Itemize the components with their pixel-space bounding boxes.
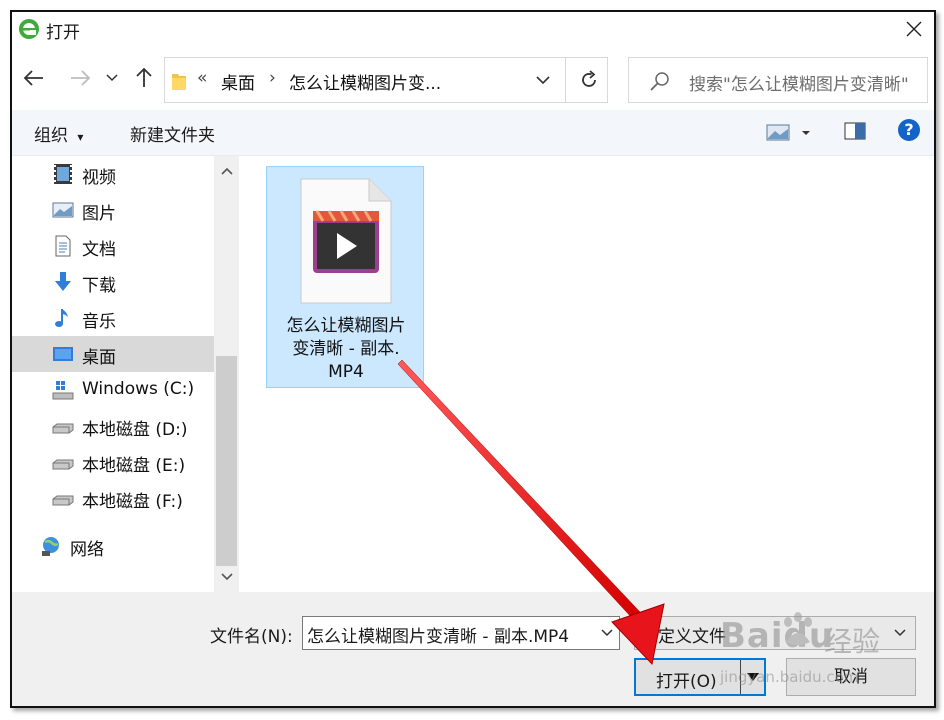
search-placeholder: 搜索"怎么让模糊图片变清晰" (689, 75, 909, 95)
folder-icon (172, 74, 186, 90)
sidebar-item-label: 音乐 (82, 312, 116, 332)
scroll-up-button[interactable] (214, 160, 239, 182)
back-button[interactable] (20, 64, 48, 92)
sidebar-item-drive-e[interactable]: 本地磁盘 (E:) (12, 444, 214, 480)
sidebar-item-label: 桌面 (82, 348, 116, 368)
watermark-brand: Baidu (720, 616, 835, 656)
sidebar-item-label: 文档 (82, 240, 116, 260)
file-name-label: 怎么让模糊图片 变清晰 - 副本. MP4 (271, 315, 421, 384)
pictures-icon (52, 202, 74, 218)
watermark-url: jingyan.baidu.com (720, 668, 859, 686)
sidebar-item-pictures[interactable]: 图片 (12, 192, 214, 228)
chevron-down-icon (106, 74, 118, 82)
refresh-button[interactable] (575, 66, 603, 94)
sidebar-item-network[interactable]: 网络 (12, 528, 214, 564)
new-folder-button[interactable]: 新建文件夹 (130, 121, 215, 146)
forward-button[interactable] (66, 64, 94, 92)
address-segment-desktop[interactable]: 桌面 (221, 69, 255, 94)
filename-input[interactable]: 怎么让模糊图片变清晰 - 副本.MP4 (302, 616, 620, 650)
sidebar-item-label: Windows (C:) (82, 379, 195, 399)
sidebar-item-label: 网络 (70, 540, 104, 560)
sidebar-scrollbar[interactable] (214, 156, 239, 592)
sidebar-item-downloads[interactable]: 下载 (12, 264, 214, 300)
view-thumbnail-icon (766, 124, 810, 141)
file-item[interactable]: 怎么让模糊图片 变清晰 - 副本. MP4 (266, 166, 424, 388)
baidu-jingyan-watermark: Baidu 经验 jingyan.baidu.com (720, 606, 900, 696)
close-icon (906, 21, 922, 37)
window-title: 打开 (46, 23, 80, 43)
file-list: 怎么让模糊图片 变清晰 - 副本. MP4 (239, 156, 934, 592)
command-toolbar: 组织 ▾ 新建文件夹 ? (12, 110, 934, 156)
chevron-up-icon (220, 167, 233, 175)
file-name-line: 变清晰 - 副本. (292, 339, 400, 359)
change-view-button[interactable] (766, 121, 814, 145)
file-type-value: 自定义文件 (641, 627, 726, 647)
sidebar-item-label: 视频 (82, 168, 116, 188)
scroll-down-button[interactable] (214, 566, 239, 588)
windows-drive-icon (52, 381, 74, 400)
up-button[interactable] (130, 64, 158, 92)
sidebar-item-label: 本地磁盘 (D:) (82, 420, 188, 440)
filename-label: 文件名(N): (210, 627, 293, 647)
sidebar-item-label: 下载 (82, 276, 116, 296)
filename-history-button[interactable] (597, 621, 617, 645)
title-bar: 打开 (12, 12, 934, 48)
sidebar-item-music[interactable]: 音乐 (12, 300, 214, 336)
video-file-icon (300, 178, 392, 304)
organize-menu-button[interactable]: 组织 ▾ (34, 121, 83, 146)
search-icon (650, 72, 669, 91)
address-divider (565, 58, 566, 102)
search-box[interactable]: 搜索"怎么让模糊图片变清晰" (628, 57, 928, 103)
filename-value: 怎么让模糊图片变清晰 - 副本.MP4 (307, 627, 570, 647)
address-segment-folder[interactable]: 怎么让模糊图片变... (289, 69, 441, 94)
browser-app-icon (19, 19, 39, 39)
organize-label: 组织 (34, 126, 68, 146)
arrow-up-icon (136, 67, 152, 87)
preview-pane-icon[interactable] (844, 122, 866, 140)
documents-icon (55, 235, 71, 257)
refresh-icon (582, 70, 596, 87)
help-button[interactable]: ? (898, 119, 920, 141)
desktop-icon (53, 347, 73, 361)
address-separator[interactable]: › (269, 68, 276, 88)
drive-icon (52, 495, 74, 506)
scroll-thumb[interactable] (216, 356, 237, 566)
navigation-row: « 桌面 › 怎么让模糊图片变... 搜索"怎么让模糊图片变清晰" (12, 48, 934, 110)
file-name-line: 怎么让模糊图片 (286, 316, 406, 336)
network-icon (42, 537, 59, 556)
sidebar-item-desktop[interactable]: 桌面 (12, 336, 214, 372)
address-bar[interactable]: « 桌面 › 怎么让模糊图片变... (164, 57, 608, 103)
download-icon (55, 272, 71, 291)
navigation-pane: 视频 图片 文档 下载 音乐 桌面 Windows (C:) 本地磁盘 (D:)… (12, 156, 214, 592)
chevron-down-icon (220, 573, 233, 581)
sidebar-item-drive-c[interactable]: Windows (C:) (12, 372, 214, 408)
paw-logo-icon (784, 612, 812, 645)
arrow-left-icon (23, 70, 43, 86)
file-name-line: MP4 (328, 362, 364, 382)
chevron-down-icon (601, 629, 613, 637)
close-button[interactable] (898, 14, 930, 44)
sidebar-item-videos[interactable]: 视频 (12, 156, 214, 192)
sidebar-item-label: 本地磁盘 (E:) (82, 456, 186, 476)
address-dropdown-button[interactable] (529, 66, 557, 94)
open-label: 打开(O) (656, 672, 717, 692)
recent-locations-button[interactable] (102, 64, 122, 92)
watermark-brand-suffix: 经验 (824, 625, 881, 658)
drive-icon (52, 423, 74, 434)
chevron-down-icon (536, 75, 550, 84)
video-icon (54, 164, 72, 184)
address-overflow[interactable]: « (197, 68, 207, 88)
drive-icon (52, 459, 74, 470)
chevron-down-icon: ▾ (77, 130, 84, 144)
open-file-dialog: 打开 « 桌面 › 怎么让模糊图片变... 搜索"怎么让模糊图片变清晰" 组织 … (10, 10, 936, 708)
sidebar-item-drive-f[interactable]: 本地磁盘 (F:) (12, 480, 214, 516)
sidebar-item-label: 图片 (82, 204, 116, 224)
music-icon (55, 309, 68, 327)
sidebar-item-label: 本地磁盘 (F:) (82, 492, 183, 512)
arrow-right-icon (71, 70, 91, 86)
sidebar-item-drive-d[interactable]: 本地磁盘 (D:) (12, 408, 214, 444)
sidebar-item-documents[interactable]: 文档 (12, 228, 214, 264)
